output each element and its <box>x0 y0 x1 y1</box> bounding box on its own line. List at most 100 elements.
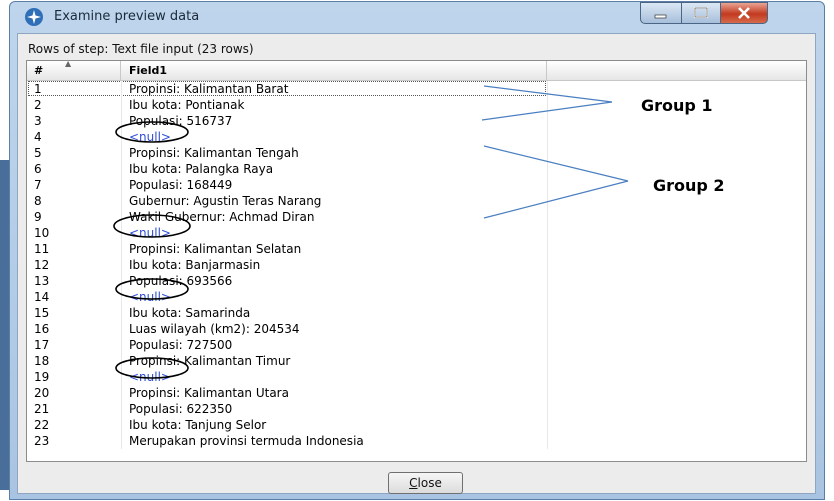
field1-cell: Wakil Gubernur: Achmad Diran <box>129 210 315 224</box>
column-divider <box>547 193 548 209</box>
row-number: 14 <box>34 290 50 304</box>
row-number: 12 <box>34 258 50 272</box>
row-number: 1 <box>34 82 42 96</box>
field1-cell: Ibu kota: Banjarmasin <box>129 258 261 272</box>
table-row[interactable]: 16 Luas wilayah (km2): 204534 <box>27 321 806 337</box>
row-number: 22 <box>34 418 50 432</box>
preview-table[interactable]: # ▲ Field1 1 Propinsi: Kalimantan Barat 2 I… <box>26 60 807 462</box>
table-row[interactable]: 8 Gubernur: Agustin Teras Narang <box>27 193 806 209</box>
row-number: 6 <box>34 162 42 176</box>
null-cell: <null> <box>129 370 171 384</box>
field1-cell: Ibu kota: Palangka Raya <box>129 162 274 176</box>
column-divider <box>547 337 548 353</box>
field1-cell: Propinsi: Kalimantan Utara <box>129 386 289 400</box>
table-row[interactable]: 21 Populasi: 622350 <box>27 401 806 417</box>
table-row[interactable]: 14 <null> <box>27 289 806 305</box>
row-number: 9 <box>34 210 42 224</box>
table-row[interactable]: 13 Populasi: 693566 <box>27 273 806 289</box>
minimize-button[interactable] <box>640 2 682 24</box>
close-button-mnemonic: C <box>409 476 418 490</box>
table-row[interactable]: 3 Populasi: 516737 <box>27 113 806 129</box>
column-divider <box>121 273 122 289</box>
column-header-field1[interactable]: Field1 <box>121 61 547 80</box>
table-row[interactable]: 23 Merupakan provinsi termuda Indonesia <box>27 433 806 449</box>
row-number: 15 <box>34 306 50 320</box>
row-number: 10 <box>34 226 50 240</box>
maximize-button[interactable] <box>681 2 721 24</box>
column-divider <box>121 433 122 449</box>
column-divider <box>547 385 548 401</box>
table-row[interactable]: 20 Propinsi: Kalimantan Utara <box>27 385 806 401</box>
column-divider <box>547 257 548 273</box>
column-divider <box>547 177 548 193</box>
field1-cell: Populasi: 168449 <box>129 178 233 192</box>
column-divider <box>121 241 122 257</box>
column-divider <box>547 81 548 97</box>
table-rows: 1 Propinsi: Kalimantan Barat 2 Ibu kota: Po… <box>27 81 806 449</box>
table-row[interactable]: 15 Ibu kota: Samarinda <box>27 305 806 321</box>
title-bar[interactable]: Examine preview data <box>10 2 824 34</box>
row-number: 4 <box>34 130 42 144</box>
column-divider <box>121 209 122 225</box>
column-divider <box>121 337 122 353</box>
column-divider <box>121 257 122 273</box>
table-row[interactable]: 7 Populasi: 168449 <box>27 177 806 193</box>
row-number: 18 <box>34 354 50 368</box>
column-divider <box>121 97 122 113</box>
column-divider <box>547 305 548 321</box>
row-number: 13 <box>34 274 50 288</box>
table-row[interactable]: 2 Ibu kota: Pontianak <box>27 97 806 113</box>
column-divider <box>121 369 122 385</box>
close-button-rest: lose <box>417 476 442 490</box>
column-divider <box>121 289 122 305</box>
column-divider <box>547 289 548 305</box>
column-divider <box>547 97 548 113</box>
column-divider <box>121 177 122 193</box>
column-divider <box>547 321 548 337</box>
close-window-button[interactable] <box>720 2 768 24</box>
table-row[interactable]: 22 Ibu kota: Tanjung Selor <box>27 417 806 433</box>
table-row[interactable]: 9 Wakil Gubernur: Achmad Diran <box>27 209 806 225</box>
row-number: 11 <box>34 242 50 256</box>
column-divider <box>121 353 122 369</box>
column-header-number[interactable]: # ▲ <box>27 61 121 80</box>
table-row[interactable]: 1 Propinsi: Kalimantan Barat <box>27 81 806 97</box>
column-divider <box>547 129 548 145</box>
field1-cell: Propinsi: Kalimantan Timur <box>129 354 291 368</box>
field1-cell: Gubernur: Agustin Teras Narang <box>129 194 322 208</box>
row-number: 20 <box>34 386 50 400</box>
table-row[interactable]: 18 Propinsi: Kalimantan Timur <box>27 353 806 369</box>
row-number: 2 <box>34 98 42 112</box>
column-divider <box>121 81 122 97</box>
field1-cell: Ibu kota: Samarinda <box>129 306 251 320</box>
table-row[interactable]: 10 <null> <box>27 225 806 241</box>
null-cell: <null> <box>129 290 171 304</box>
row-number: 8 <box>34 194 42 208</box>
table-row[interactable]: 17 Populasi: 727500 <box>27 337 806 353</box>
minimize-icon <box>654 14 667 19</box>
field1-cell: Ibu kota: Tanjung Selor <box>129 418 267 432</box>
column-divider <box>121 417 122 433</box>
table-row[interactable]: 12 Ibu kota: Banjarmasin <box>27 257 806 273</box>
table-row[interactable]: 11 Propinsi: Kalimantan Selatan <box>27 241 806 257</box>
column-divider <box>547 369 548 385</box>
table-row[interactable]: 5 Propinsi: Kalimantan Tengah <box>27 145 806 161</box>
column-divider <box>121 193 122 209</box>
maximize-icon <box>694 7 708 18</box>
background-window-edge <box>0 160 9 490</box>
close-button[interactable]: Close <box>388 472 463 494</box>
row-number: 16 <box>34 322 50 336</box>
table-row[interactable]: 19 <null> <box>27 369 806 385</box>
table-row[interactable]: 4 <null> <box>27 129 806 145</box>
close-icon <box>738 7 750 19</box>
field1-cell: Propinsi: Kalimantan Selatan <box>129 242 302 256</box>
column-divider <box>121 161 122 177</box>
column-divider <box>547 433 548 449</box>
field1-cell: Populasi: 727500 <box>129 338 233 352</box>
row-number: 23 <box>34 434 50 448</box>
column-divider <box>121 145 122 161</box>
table-header: # ▲ Field1 <box>27 61 806 81</box>
row-number: 3 <box>34 114 42 128</box>
column-divider <box>547 401 548 417</box>
table-row[interactable]: 6 Ibu kota: Palangka Raya <box>27 161 806 177</box>
